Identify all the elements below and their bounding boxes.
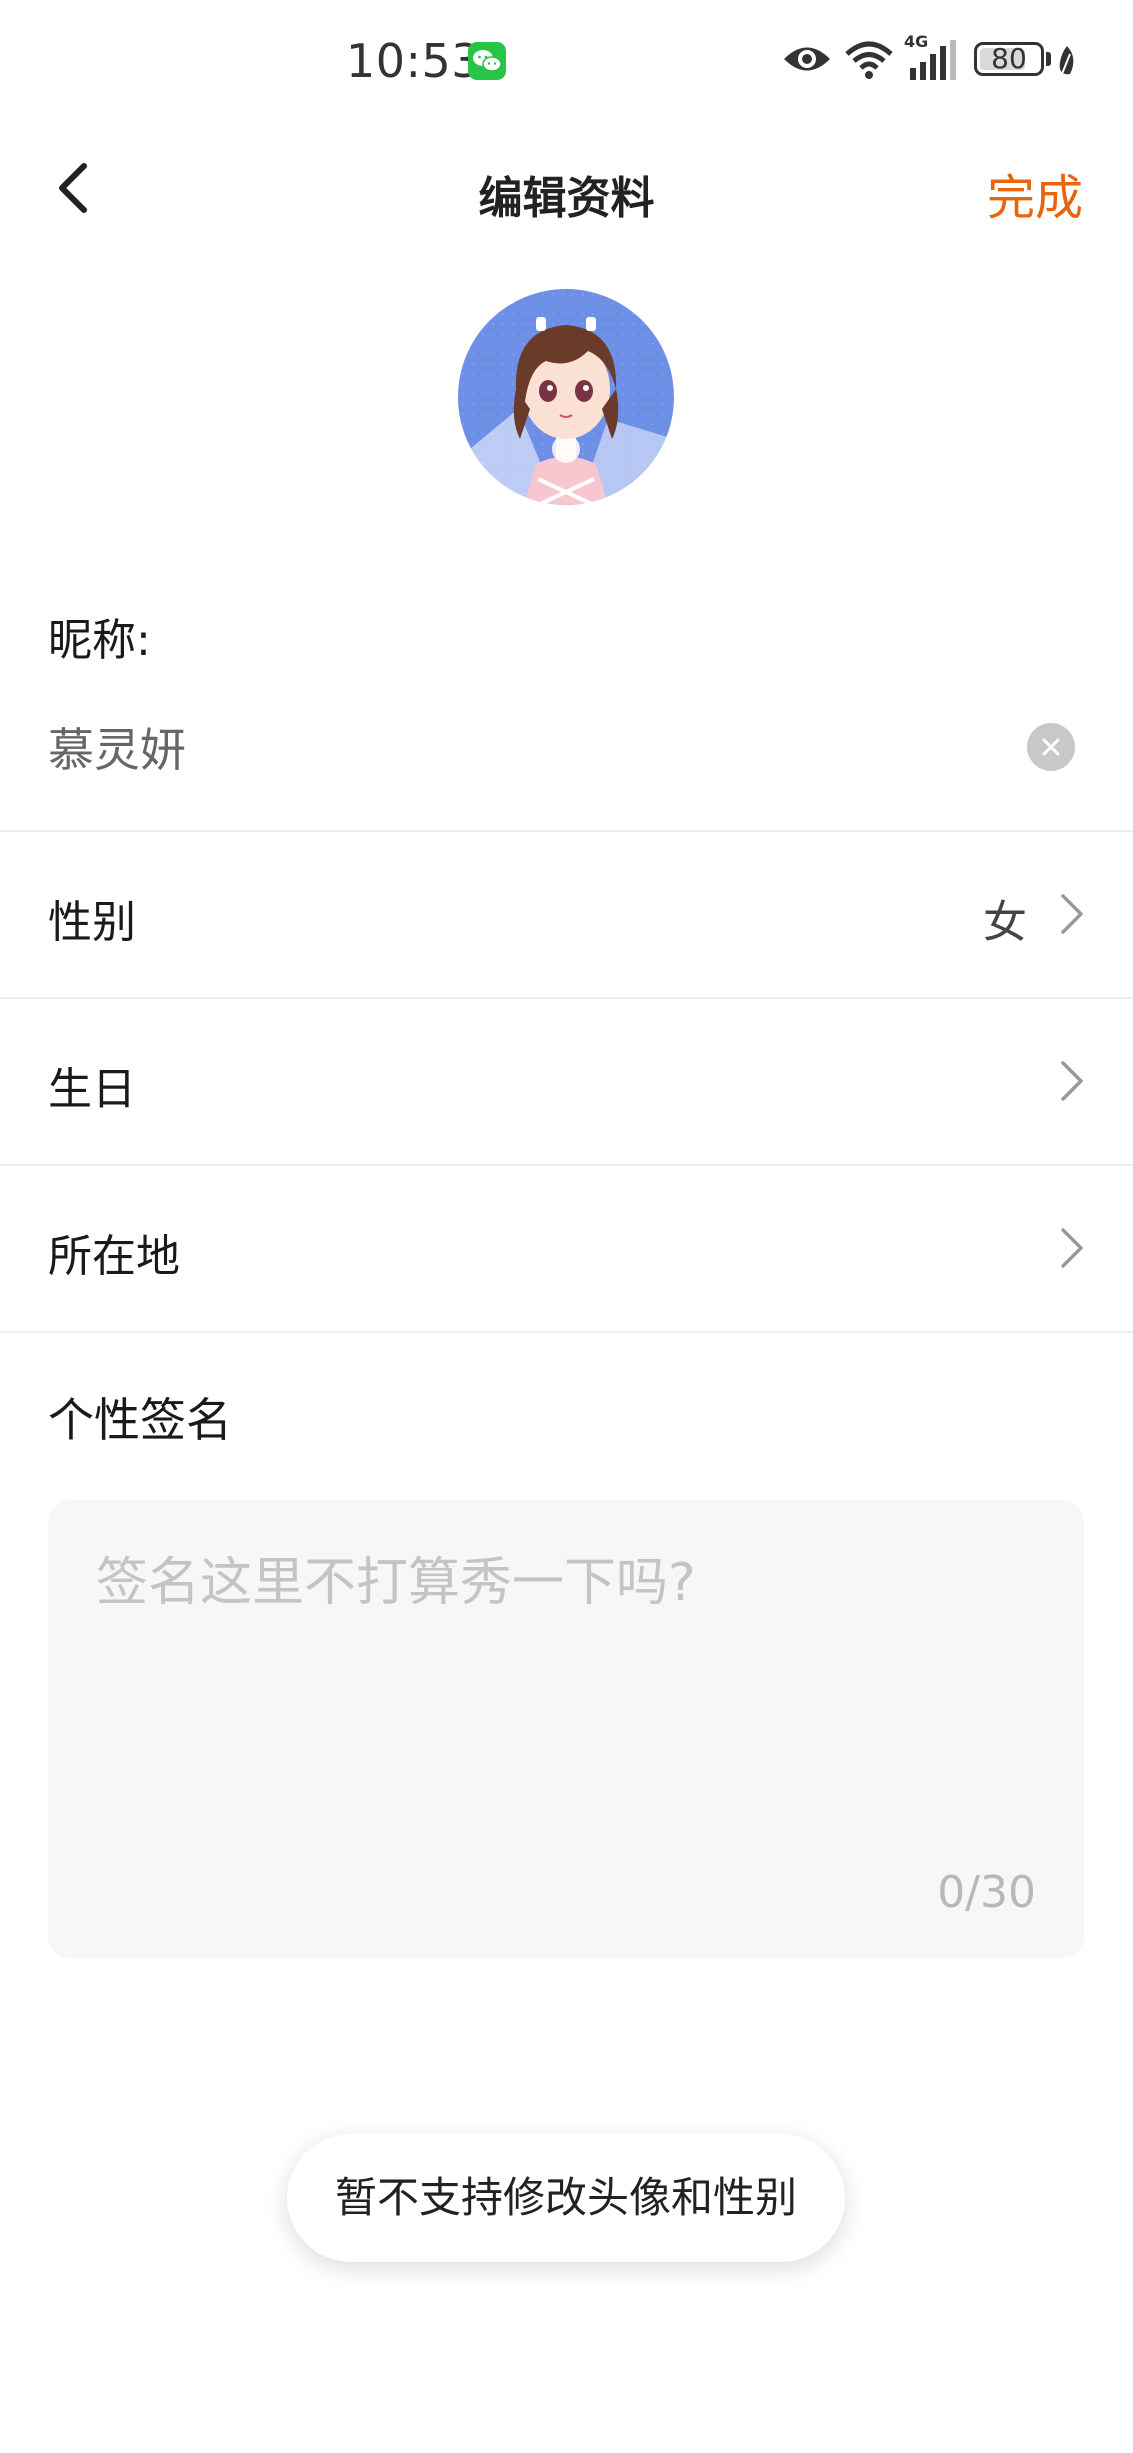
divider	[0, 1331, 1133, 1333]
gender-label: 性别	[48, 897, 136, 948]
location-row[interactable]: 所在地	[0, 1166, 1133, 1330]
battery-icon: 80	[974, 42, 1044, 76]
nickname-input[interactable]	[48, 712, 1008, 782]
nickname-label: 昵称:	[48, 615, 151, 666]
eye-icon	[782, 42, 832, 80]
wifi-icon	[844, 40, 894, 84]
chevron-right-icon	[1059, 892, 1085, 940]
status-bar: 10:53 4G 80	[0, 0, 1133, 126]
birthday-label: 生日	[48, 1064, 136, 1115]
signal-icon	[904, 38, 964, 86]
battery-tip	[1046, 52, 1051, 66]
avatar[interactable]	[458, 289, 674, 505]
signature-input[interactable]	[96, 1540, 1036, 1860]
chevron-right-icon	[1059, 1226, 1085, 1274]
done-button[interactable]: 完成	[987, 158, 1083, 228]
toast-message: 暂不支持修改头像和性别	[287, 2134, 845, 2262]
page-title: 编辑资料	[478, 173, 655, 224]
chevron-right-icon	[1059, 1059, 1085, 1107]
back-icon[interactable]	[46, 158, 106, 218]
power-saving-leaf-icon	[1056, 44, 1078, 82]
wechat-notification-icon	[468, 42, 506, 80]
gender-value: 女	[983, 897, 1027, 948]
location-label: 所在地	[48, 1231, 180, 1282]
nav-bar: 编辑资料 完成	[0, 126, 1133, 252]
gender-row[interactable]: 性别 女	[0, 832, 1133, 996]
signature-counter: 0/30	[937, 1867, 1036, 1918]
signature-label: 个性签名	[48, 1393, 232, 1447]
battery-level: 80	[991, 42, 1027, 75]
status-time: 10:53	[346, 34, 482, 88]
clear-icon[interactable]	[1027, 723, 1075, 771]
signature-box: 0/30	[48, 1500, 1084, 1958]
birthday-row[interactable]: 生日	[0, 999, 1133, 1163]
